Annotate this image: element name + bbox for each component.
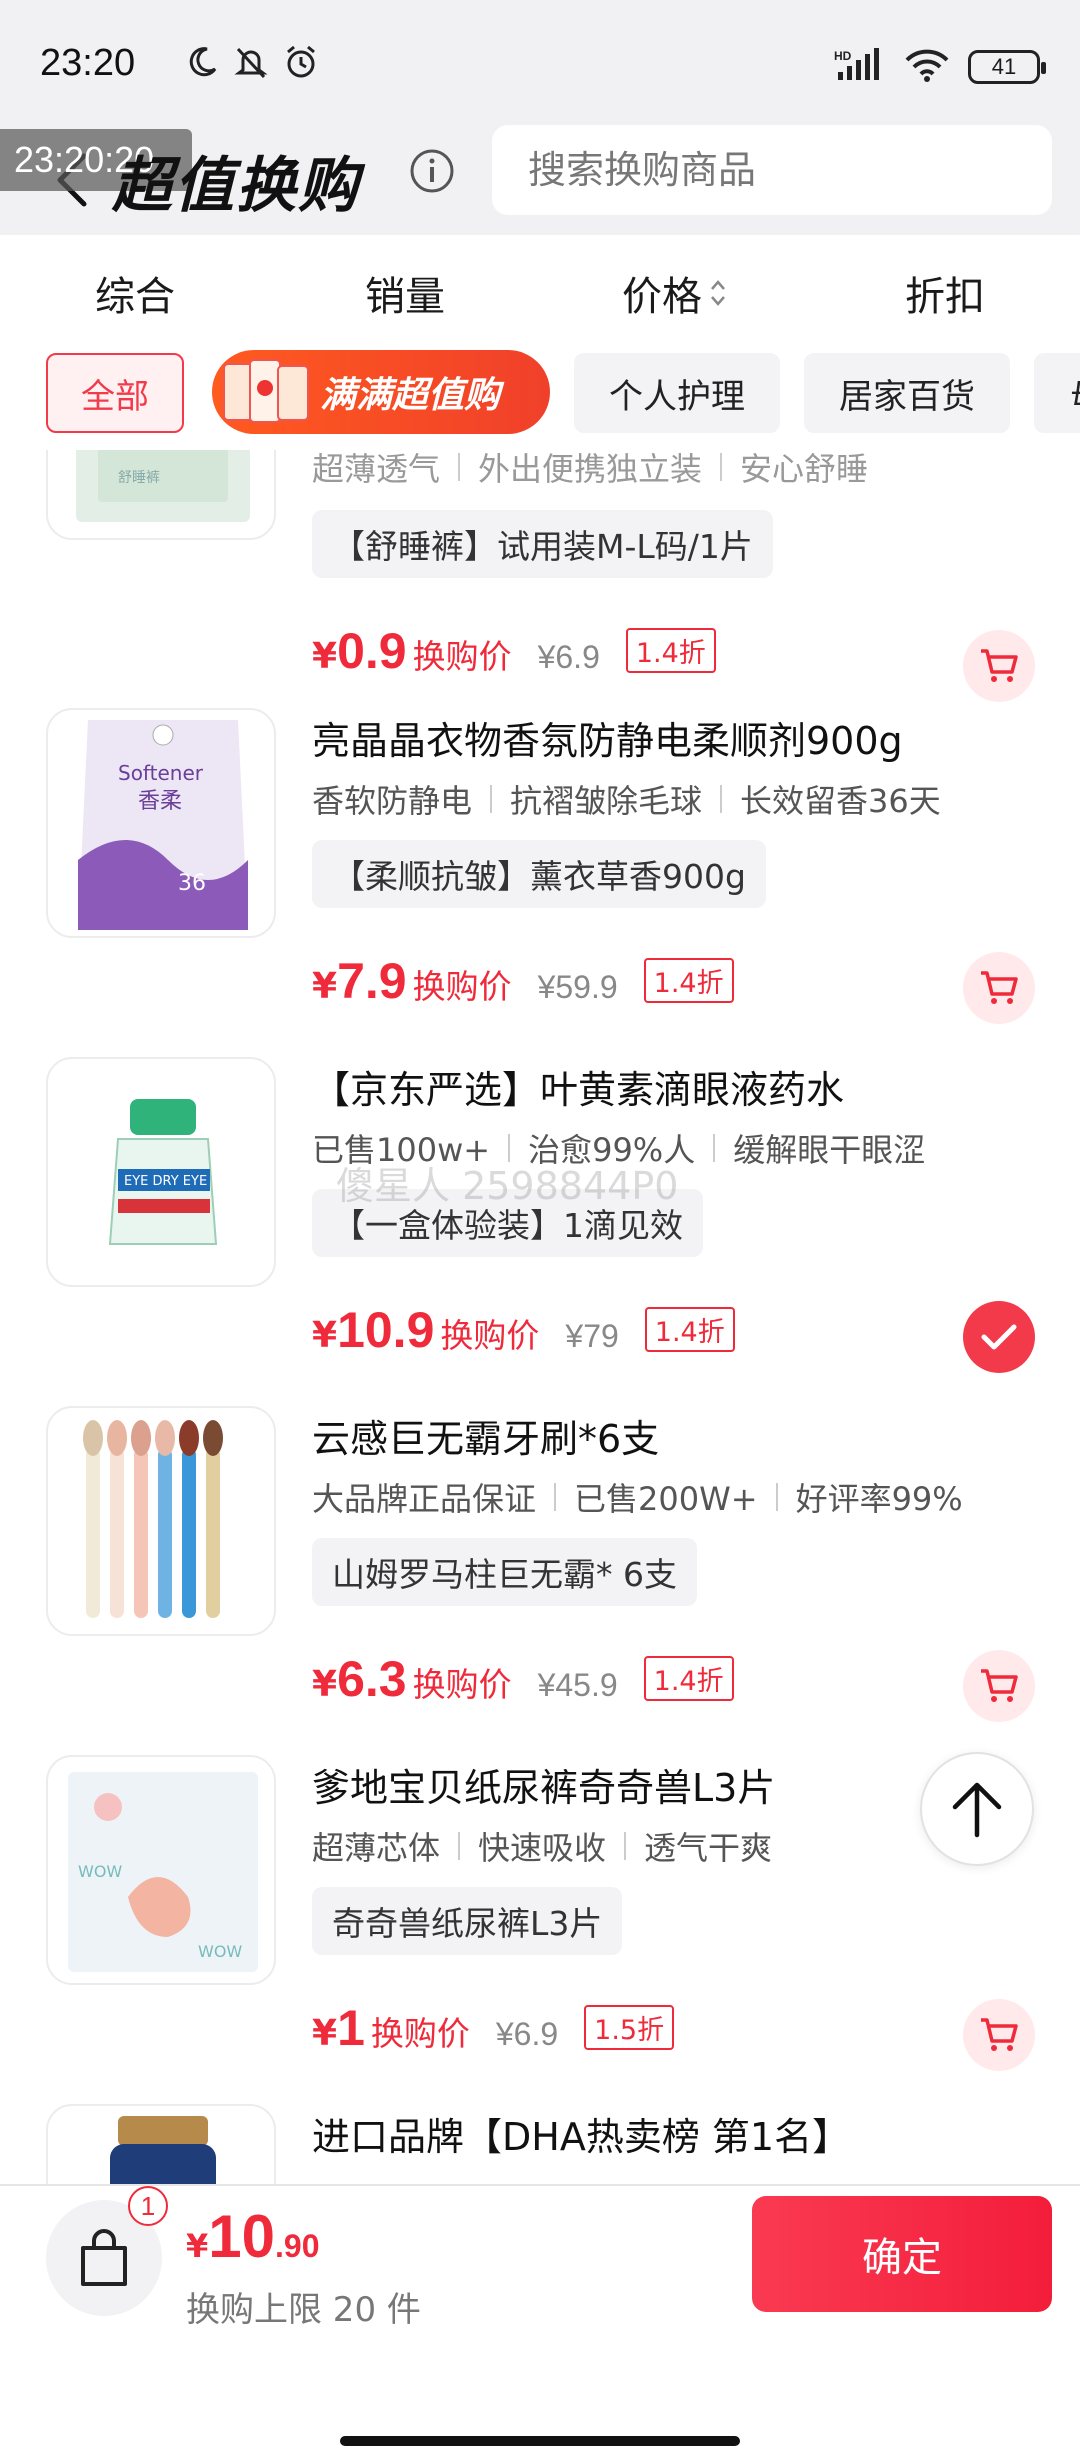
- svg-text:HD: HD: [834, 49, 852, 63]
- promo-products-icon: [223, 359, 309, 423]
- bottom-bar: 1 ¥ 10 .90 换购上限 20 件 确定: [0, 2184, 1080, 2460]
- add-to-cart-button[interactable]: [963, 952, 1035, 1024]
- cart-icon: [981, 1669, 1018, 1702]
- product-image: [46, 2104, 276, 2184]
- status-time: 23:20: [40, 42, 136, 84]
- discount-badge: 1.4折: [643, 1656, 734, 1701]
- cart-count-badge: 1: [128, 2186, 168, 2226]
- product-image: EYE DRY EYE: [46, 1057, 276, 1287]
- status-bar: 23:20 HD 41: [0, 0, 1080, 125]
- product-spec: 山姆罗马柱巨无霸* 6支: [312, 1538, 697, 1606]
- product-item[interactable]: 云感巨无霸牙刷*6支 大品牌正品保证 已售200W+ 好评率99% 山姆罗马柱巨…: [0, 1406, 1080, 1755]
- discount-badge: 1.4折: [643, 958, 734, 1003]
- cart-icon: [981, 2018, 1018, 2051]
- signal-icon: HD: [834, 48, 886, 86]
- product-image: WOW WOW: [46, 1755, 276, 1985]
- header: 23:20:20 超值换购: [0, 125, 1080, 235]
- category-chip-personal-care[interactable]: 个人护理: [574, 353, 780, 433]
- svg-text:香柔: 香柔: [138, 789, 182, 814]
- add-to-cart-button[interactable]: [963, 630, 1035, 702]
- product-item[interactable]: WOW WOW 爹地宝贝纸尿裤奇奇兽L3片 超薄芯体 快速吸收 透气干爽 奇奇兽…: [0, 1755, 1080, 2104]
- cart-icon: [981, 971, 1018, 1004]
- product-item[interactable]: Softener 香柔 36 亮晶晶衣物香氛防静电柔顺剂900g 香软防静电 抗…: [0, 708, 1080, 1057]
- sort-tab-comprehensive[interactable]: 综合: [0, 235, 270, 350]
- info-icon[interactable]: [408, 147, 456, 195]
- category-chip-partial[interactable]: 母: [1034, 353, 1080, 433]
- add-to-cart-button[interactable]: [963, 1999, 1035, 2071]
- mute-icon: [233, 44, 269, 84]
- category-chip-home-goods[interactable]: 居家百货: [804, 353, 1010, 433]
- battery-indicator: 41: [968, 50, 1046, 84]
- product-item[interactable]: 舒睡裤 超薄透气 外出便携独立装 安心舒睡 【舒睡裤】试用装M-L码/1片 ¥ …: [0, 450, 1080, 702]
- sort-tab-price[interactable]: 价格: [540, 235, 810, 350]
- sort-tab-sales[interactable]: 销量: [270, 235, 540, 350]
- product-price: ¥ 10.9 换购价 ¥79 1.4折: [312, 1301, 735, 1359]
- product-price: ¥ 6.3 换购价 ¥45.9 1.4折: [312, 1650, 734, 1708]
- sort-bar: 综合 销量 价格 折扣: [0, 235, 1080, 350]
- add-to-cart-button[interactable]: [963, 1650, 1035, 1722]
- search-input[interactable]: [528, 148, 1052, 192]
- arrow-up-icon: [952, 1782, 1002, 1838]
- product-spec: 奇奇兽纸尿裤L3片: [312, 1887, 623, 1955]
- category-chip-all[interactable]: 全部: [46, 353, 184, 433]
- product-title: 【京东严选】叶黄素滴眼液药水: [312, 1068, 845, 1112]
- product-list: 舒睡裤 超薄透气 外出便携独立装 安心舒睡 【舒睡裤】试用装M-L码/1片 ¥ …: [0, 450, 1080, 2184]
- confirm-button[interactable]: 确定: [752, 2196, 1052, 2312]
- home-indicator: [340, 2436, 740, 2446]
- watermark: 傻星人 2598844P0: [336, 1164, 679, 1208]
- check-icon: [981, 1324, 1017, 1350]
- product-image: 舒睡裤: [46, 450, 276, 540]
- selected-check-button[interactable]: [963, 1301, 1035, 1373]
- product-spec: 【舒睡裤】试用装M-L码/1片: [312, 510, 773, 578]
- sort-tab-discount[interactable]: 折扣: [810, 235, 1080, 350]
- shopping-bag-icon: [81, 2229, 127, 2286]
- product-image: Softener 香柔 36: [46, 708, 276, 938]
- purchase-limit-text: 换购上限 20 件: [186, 2290, 421, 2330]
- product-price: ¥ 0.9 换购价 ¥6.9 1.4折: [312, 622, 716, 680]
- category-chip-promo[interactable]: 满满超值购: [212, 350, 550, 434]
- product-spec: 【柔顺抗皱】薰衣草香900g: [312, 840, 766, 908]
- sort-arrows-icon: [711, 279, 725, 306]
- product-tags: 大品牌正品保证 已售200W+ 好评率99%: [312, 1480, 963, 1518]
- product-title: 爹地宝贝纸尿裤奇奇兽L3片: [312, 1766, 776, 1810]
- svg-text:舒睡裤: 舒睡裤: [118, 470, 160, 486]
- product-item[interactable]: EYE DRY EYE 【京东严选】叶黄素滴眼液药水 已售100w+ 治愈99%…: [0, 1057, 1080, 1406]
- product-price: ¥ 1 换购价 ¥6.9 1.5折: [312, 1999, 675, 2057]
- discount-badge: 1.4折: [644, 1307, 735, 1352]
- product-title: 进口品牌【DHA热卖榜 第1名】: [312, 2115, 851, 2159]
- product-price: ¥ 7.9 换购价 ¥59.9 1.4折: [312, 952, 734, 1010]
- category-row: 全部 满满超值购 个人护理 居家百货 母: [0, 350, 1080, 450]
- discount-badge: 1.5折: [584, 2005, 675, 2050]
- svg-text:WOW: WOW: [78, 1862, 122, 1881]
- product-title: 亮晶晶衣物香氛防静电柔顺剂900g: [312, 719, 903, 763]
- page-title: 超值换购: [112, 151, 360, 221]
- product-tags: 香软防静电 抗褶皱除毛球 长效留香36天: [312, 782, 941, 820]
- back-to-top-button[interactable]: [920, 1752, 1034, 1866]
- product-image: [46, 1406, 276, 1636]
- svg-text:EYE DRY EYE: EYE DRY EYE: [124, 1174, 207, 1189]
- svg-text:Softener: Softener: [118, 761, 204, 785]
- alarm-icon: [283, 44, 319, 84]
- total-price: ¥ 10 .90: [186, 2203, 320, 2270]
- product-item[interactable]: 进口品牌【DHA热卖榜 第1名】: [0, 2104, 1080, 2184]
- discount-badge: 1.4折: [625, 628, 716, 673]
- search-box[interactable]: [492, 125, 1052, 215]
- svg-text:WOW: WOW: [198, 1942, 242, 1961]
- cart-icon: [981, 649, 1018, 682]
- wifi-icon: [904, 48, 950, 86]
- moon-icon: [185, 45, 219, 83]
- svg-text:36: 36: [178, 871, 206, 896]
- product-title: 云感巨无霸牙刷*6支: [312, 1417, 660, 1461]
- product-tags: 超薄芯体 快速吸收 透气干爽: [312, 1829, 773, 1867]
